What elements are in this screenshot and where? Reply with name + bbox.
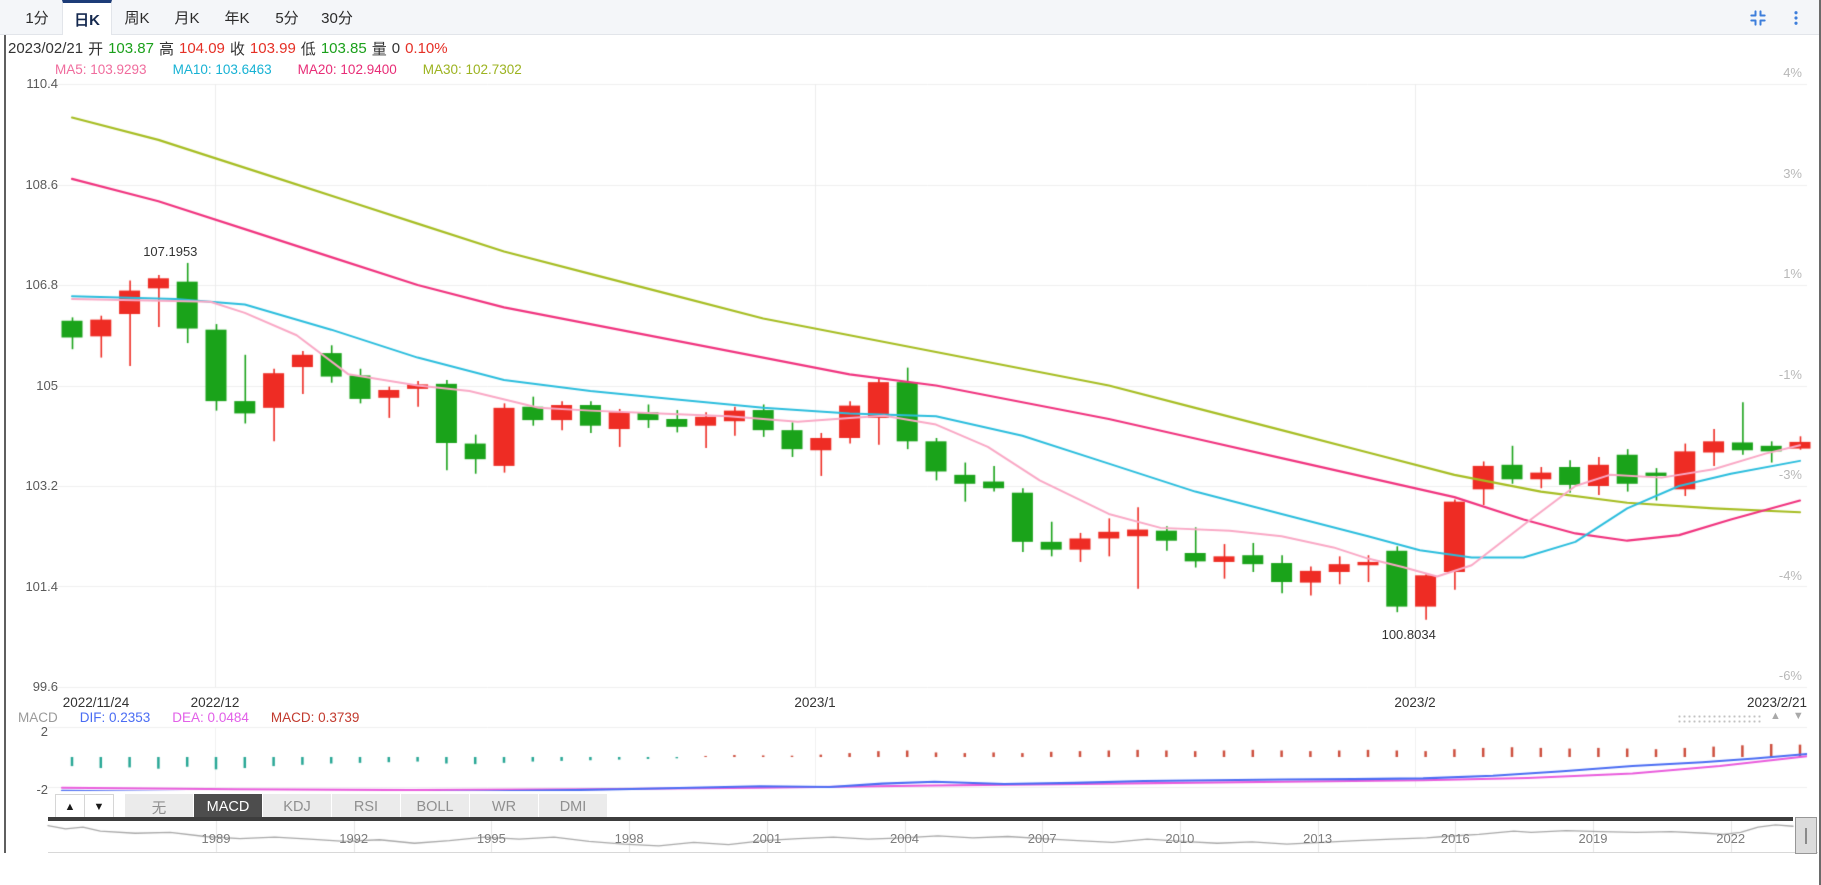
open-label: 开 <box>88 40 104 58</box>
volume-label: 量 <box>371 40 387 58</box>
scrubber-handle[interactable] <box>1795 817 1817 854</box>
date-axis-label: 2023/2 <box>1394 695 1436 710</box>
period-tab-7[interactable]: 30分 <box>312 0 362 35</box>
quote-date: 2023/02/21 <box>8 39 84 57</box>
close-value: 103.99 <box>249 39 296 57</box>
kline-chart-app: 1分 日K 周K 月K 年K 5分 30分 2023/02/21 开 103.87 高 10… <box>0 0 1821 885</box>
ma30-legend: MA30: 102.7302 <box>422 61 522 77</box>
topbar-icons <box>1747 0 1807 35</box>
price-axis-tick: 103.2 <box>25 478 58 493</box>
panel-resize-handle[interactable] <box>1677 714 1763 724</box>
timeline-year-label: 1992 <box>339 831 369 846</box>
window-left-border <box>4 35 6 853</box>
price-axis-tick: 106.8 <box>25 277 58 292</box>
percent-axis-tick: -6% <box>1778 668 1802 683</box>
timeline-year-label: 2019 <box>1578 831 1608 846</box>
open-value: 103.87 <box>108 39 154 57</box>
collapse-icon[interactable] <box>1747 7 1769 29</box>
timeline-year-label: 1998 <box>614 831 644 846</box>
price-axis-tick: 105 <box>36 377 58 393</box>
period-tabs: 1分 日K 周K 月K 年K 5分 30分 <box>12 0 362 35</box>
price-axis-tick: 110.4 <box>26 76 58 91</box>
percent-axis-tick: -4% <box>1778 567 1802 583</box>
macd-dea-value: DEA: 0.0484 <box>172 709 249 725</box>
kebab-menu-icon[interactable] <box>1785 7 1807 29</box>
ma5-legend: MA5: 103.9293 <box>55 61 147 77</box>
macd-hist-value: MACD: 0.3739 <box>270 709 360 725</box>
panel-collapse-arrow-icon[interactable]: ▼ <box>1793 710 1804 722</box>
ma20-legend: MA20: 102.9400 <box>297 61 397 77</box>
percent-axis-tick: 3% <box>1783 165 1802 181</box>
volume-value: 0 <box>391 39 401 57</box>
period-tab-6[interactable]: 5分 <box>262 0 312 35</box>
change-percent: 0.10% <box>405 39 448 57</box>
period-tab-4[interactable]: 月K <box>162 0 212 35</box>
low-price-annotation: 100.8034 <box>1381 626 1436 642</box>
high-label: 高 <box>158 40 174 58</box>
timeline-year-label: 2022 <box>1716 831 1746 846</box>
close-label: 收 <box>229 40 245 58</box>
ma-legend: MA5: 103.9293 MA10: 103.6463 MA20: 102.9… <box>55 60 548 78</box>
date-axis-label: 2022/12 <box>190 695 240 710</box>
scrubber-strip[interactable] <box>48 821 1818 853</box>
period-tab-2[interactable]: 日K <box>62 0 112 35</box>
ma10-legend: MA10: 103.6463 <box>172 61 272 77</box>
percent-axis-tick: 1% <box>1783 266 1802 281</box>
period-tab-1[interactable]: 1分 <box>12 0 62 35</box>
panel-expand-arrow-icon[interactable]: ▲ <box>1770 710 1781 722</box>
price-axis-tick: 99.6 <box>32 679 58 694</box>
macd-axis-tick: -2 <box>36 782 48 797</box>
macd-dif-value: DIF: 0.2353 <box>79 709 151 725</box>
percent-axis-tick: -3% <box>1778 467 1802 482</box>
timeline-year-label: 2007 <box>1027 831 1057 846</box>
date-axis-label: 2022/11/24 <box>62 695 130 710</box>
low-value: 103.85 <box>320 39 367 57</box>
period-tab-3[interactable]: 周K <box>112 0 162 35</box>
timeline-year-label: 2004 <box>890 831 919 846</box>
macd-axis-tick: 2 <box>40 724 48 739</box>
period-tab-5[interactable]: 年K <box>212 0 262 35</box>
quote-bar: 2023/02/21 开 103.87 高 104.09 收 103.99 低 … <box>8 38 453 58</box>
period-tab-bar: 1分 日K 周K 月K 年K 5分 30分 <box>0 0 1821 35</box>
high-value: 104.09 <box>179 39 225 57</box>
percent-axis-tick: 4% <box>1783 65 1802 80</box>
macd-legend: MACD DIF: 0.2353 DEA: 0.0484 MACD: 0.373… <box>18 709 381 725</box>
high-price-annotation: 107.1953 <box>143 243 198 259</box>
timeline-year-label: 2016 <box>1440 831 1470 846</box>
macd-panel-name: MACD <box>18 709 58 725</box>
timeline-year-label: 1989 <box>201 831 231 846</box>
price-axis-tick: 101.4 <box>25 578 58 594</box>
kline-chart-canvas[interactable] <box>0 0 1821 885</box>
percent-axis-tick: -1% <box>1778 366 1802 382</box>
panel-arrow-controls: ▲ ▼ <box>1770 708 1816 724</box>
timeline-year-label: 2013 <box>1303 831 1333 846</box>
low-label: 低 <box>300 40 316 58</box>
timeline-year-label: 2001 <box>752 831 782 846</box>
price-axis-tick: 108.6 <box>25 176 58 192</box>
timeline-year-label: 2010 <box>1165 831 1195 846</box>
date-axis-label: 2023/1 <box>794 695 836 710</box>
timeline-year-label: 1995 <box>476 831 506 846</box>
